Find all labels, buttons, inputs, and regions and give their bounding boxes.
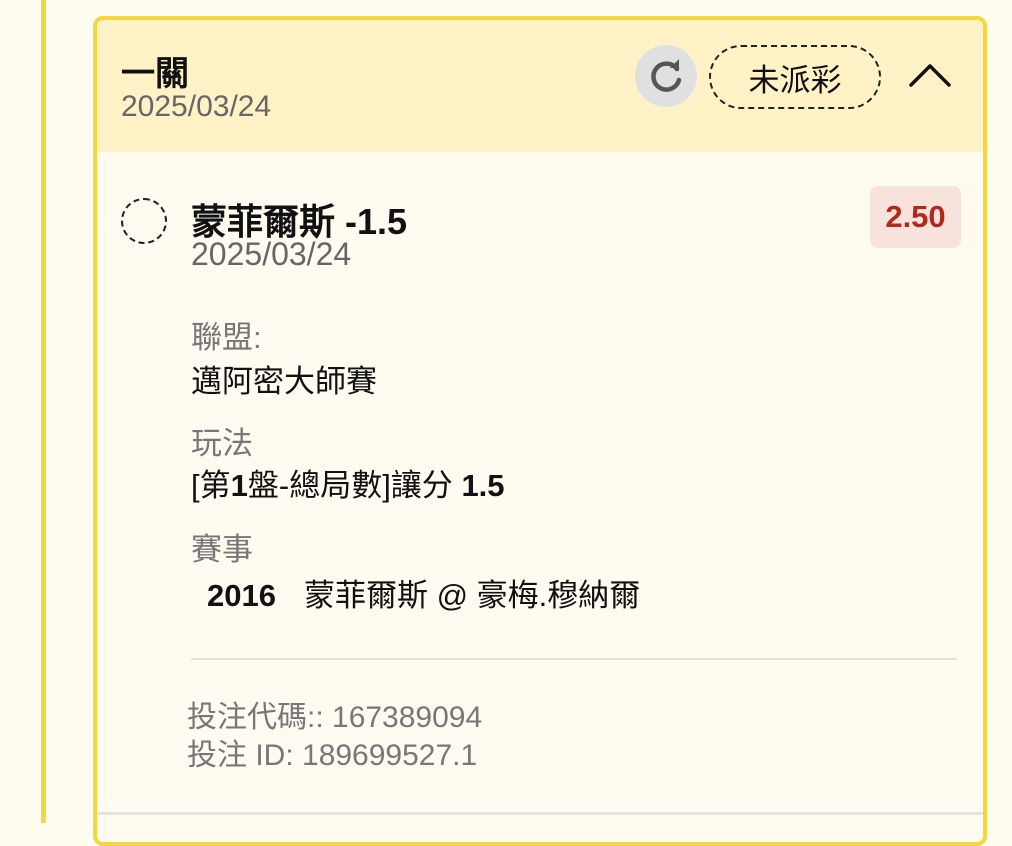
playtype-value-prefix: [第 — [191, 468, 231, 503]
league-label: 聯盟: — [191, 320, 262, 355]
playtype-value-mid: 盤-總局數]讓分 — [247, 468, 462, 503]
bet-id: 投注 ID: 189699527.1 — [187, 739, 478, 772]
card-header[interactable]: 一關 2025/03/24 未派彩 — [97, 20, 983, 152]
pick-date: 2025/03/24 — [191, 236, 352, 272]
settlement-status-badge: 未派彩 — [709, 45, 881, 109]
section-divider — [191, 658, 957, 660]
playtype-value-line: 1.5 — [461, 468, 505, 503]
bet-date: 2025/03/24 — [121, 90, 272, 123]
event-id: 2016 — [207, 578, 276, 613]
event-line: 2016 蒙菲爾斯 @ 豪梅.穆納爾 — [191, 570, 640, 615]
bet-type-title: 一關 — [121, 55, 189, 93]
event-name: 蒙菲爾斯 @ 豪梅.穆納爾 — [303, 578, 641, 613]
playtype-value-num: 1 — [230, 468, 248, 503]
collapse-button[interactable] — [905, 50, 955, 100]
chevron-up-icon — [909, 64, 951, 87]
card-bottom-divider — [97, 812, 983, 815]
playtype-value: [第1盤-總局數]讓分 1.5 — [191, 460, 505, 505]
odds-badge: 2.50 — [870, 186, 961, 248]
playtype-label: 玩法 — [191, 426, 253, 461]
refresh-icon — [651, 59, 682, 92]
left-accent-rail — [41, 0, 46, 823]
league-value: 邁阿密大師賽 — [191, 364, 377, 399]
event-label: 賽事 — [191, 532, 253, 567]
refresh-button[interactable] — [635, 45, 697, 107]
selection-status-circle — [121, 198, 167, 244]
bet-card: 一關 2025/03/24 未派彩 蒙菲爾斯 -1.5 2025/03/24 2… — [93, 16, 987, 846]
